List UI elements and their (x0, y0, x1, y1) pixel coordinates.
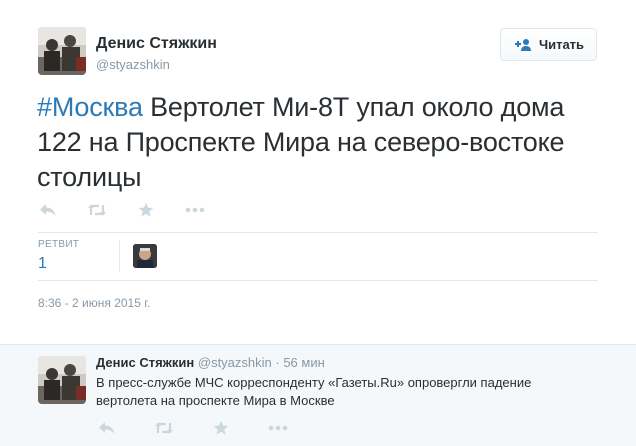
retweets-count[interactable]: 1 (38, 255, 47, 273)
author-handle[interactable]: @styazshkin (96, 57, 170, 72)
divider (38, 280, 598, 281)
follow-person-icon (513, 38, 533, 52)
retweeter-avatar[interactable] (133, 244, 157, 268)
reply-author-avatar[interactable] (38, 356, 86, 404)
author-name[interactable]: Денис Стяжкин (96, 35, 217, 53)
author-avatar[interactable] (38, 27, 86, 75)
more-icon[interactable] (185, 200, 205, 220)
reply-header: Денис Стяжкин @styazshkin · 56 мин (96, 355, 325, 370)
reply-time[interactable]: 56 мин (283, 355, 324, 370)
stats-separator (119, 240, 120, 272)
follow-button[interactable]: Читать (500, 28, 597, 61)
reply-author-handle[interactable]: @styazshkin (198, 355, 272, 370)
favorite-icon[interactable] (136, 200, 156, 220)
reply-actions (97, 418, 325, 438)
retweet-icon[interactable] (154, 418, 174, 438)
tweet-actions (38, 200, 234, 220)
divider (38, 232, 598, 233)
hashtag-link[interactable]: #Москва (37, 92, 143, 122)
reply-author-name[interactable]: Денис Стяжкин (96, 355, 194, 370)
follow-label: Читать (538, 37, 585, 52)
tweet-timestamp[interactable]: 8:36 - 2 июня 2015 г. (38, 296, 150, 310)
retweets-label: РЕТВИТ (38, 239, 80, 250)
retweet-icon[interactable] (87, 200, 107, 220)
reply-icon[interactable] (97, 418, 117, 438)
reply-icon[interactable] (38, 200, 58, 220)
tweet-text: #Москва Вертолет Ми-8Т упал около дома 1… (37, 90, 607, 195)
more-icon[interactable] (268, 418, 288, 438)
favorite-icon[interactable] (211, 418, 231, 438)
reply-separator: · (271, 355, 284, 370)
reply-text: В пресс-службе МЧС корреспонденту «Газет… (96, 375, 532, 408)
